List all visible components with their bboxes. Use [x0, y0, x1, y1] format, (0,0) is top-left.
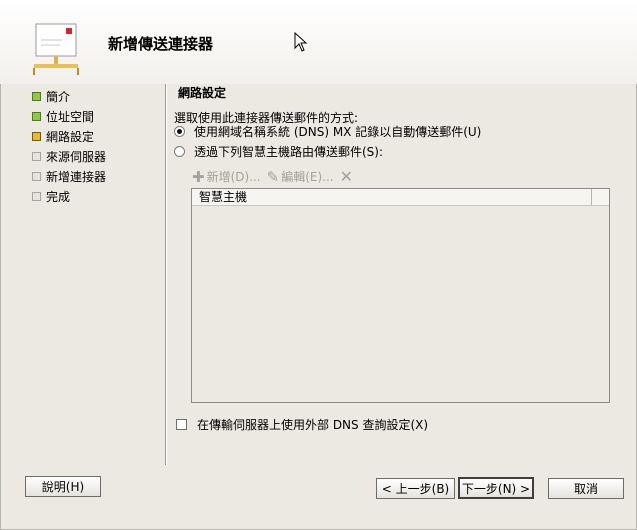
step-label: 簡介 — [46, 89, 71, 104]
radio-button-selected[interactable] — [174, 126, 185, 137]
edit-label: 編輯(E)... — [281, 170, 334, 184]
pencil-icon: ✎ — [266, 167, 280, 186]
external-dns-option[interactable]: 在傳輸伺服器上使用外部 DNS 查詢設定(X) — [176, 416, 428, 433]
delete-x-icon: ✕ — [339, 167, 354, 186]
step-address-space: 位址空間 — [32, 106, 106, 126]
step-source-server: 來源伺服器 — [32, 146, 106, 166]
step-label: 位址空間 — [46, 109, 95, 124]
smart-host-toolbar: ✚ 新增(D)... ✎ 編輯(E)... ✕ — [192, 167, 361, 186]
wizard-header: 新增傳送連接器 — [0, 0, 637, 84]
step-status-icon — [32, 171, 41, 181]
step-status-icon — [32, 111, 41, 121]
remove-button[interactable]: ✕ — [340, 167, 355, 186]
step-label: 新增連接器 — [46, 169, 107, 184]
step-network-settings: 網路設定 — [32, 126, 106, 146]
list-column-header: 智慧主機 — [192, 189, 609, 206]
step-status-icon — [32, 151, 41, 161]
radio-smart-host[interactable]: 透過下列智慧主機路由傳送郵件(S): — [174, 143, 383, 160]
step-status-icon — [32, 131, 41, 141]
radio-dns-mx-label: 使用網域名稱系統 (DNS) MX 記錄以自動傳送郵件(U) — [194, 125, 482, 139]
cancel-button[interactable]: 取消 — [548, 478, 624, 499]
step-intro: 簡介 — [32, 86, 106, 106]
step-label: 來源伺服器 — [46, 149, 107, 164]
column-smart-host[interactable]: 智慧主機 — [192, 189, 592, 205]
vertical-divider — [165, 84, 167, 465]
radio-smart-host-label: 透過下列智慧主機路由傳送郵件(S): — [194, 145, 384, 159]
add-button[interactable]: ✚ 新增(D)... — [192, 168, 261, 186]
step-status-icon — [32, 91, 41, 101]
step-label: 完成 — [46, 189, 71, 204]
step-new-connector: 新增連接器 — [32, 166, 106, 186]
mouse-cursor-icon — [294, 32, 308, 52]
next-button[interactable]: 下一步(N) > — [458, 477, 534, 499]
edit-button[interactable]: ✎ 編輯(E)... — [267, 168, 334, 186]
external-dns-checkbox[interactable] — [176, 419, 187, 430]
step-label: 網路設定 — [46, 129, 95, 144]
wizard-title: 新增傳送連接器 — [108, 35, 214, 53]
radio-button[interactable] — [174, 146, 185, 157]
help-button[interactable]: 說明(H) — [25, 476, 101, 497]
connector-icon — [33, 23, 79, 75]
smart-host-list[interactable]: 智慧主機 — [191, 188, 610, 403]
plus-icon: ✚ — [192, 167, 205, 186]
step-finish: 完成 — [32, 186, 106, 206]
add-label: 新增(D)... — [206, 170, 261, 184]
radio-dns-mx[interactable]: 使用網域名稱系統 (DNS) MX 記錄以自動傳送郵件(U) — [174, 123, 481, 140]
back-button[interactable]: < 上一步(B) — [376, 478, 455, 499]
step-status-icon — [32, 191, 41, 201]
section-title: 網路設定 — [178, 86, 227, 100]
external-dns-label: 在傳輸伺服器上使用外部 DNS 查詢設定(X) — [197, 418, 429, 432]
wizard-step-list: 簡介 位址空間 網路設定 來源伺服器 新增連接器 完成 — [32, 86, 106, 206]
